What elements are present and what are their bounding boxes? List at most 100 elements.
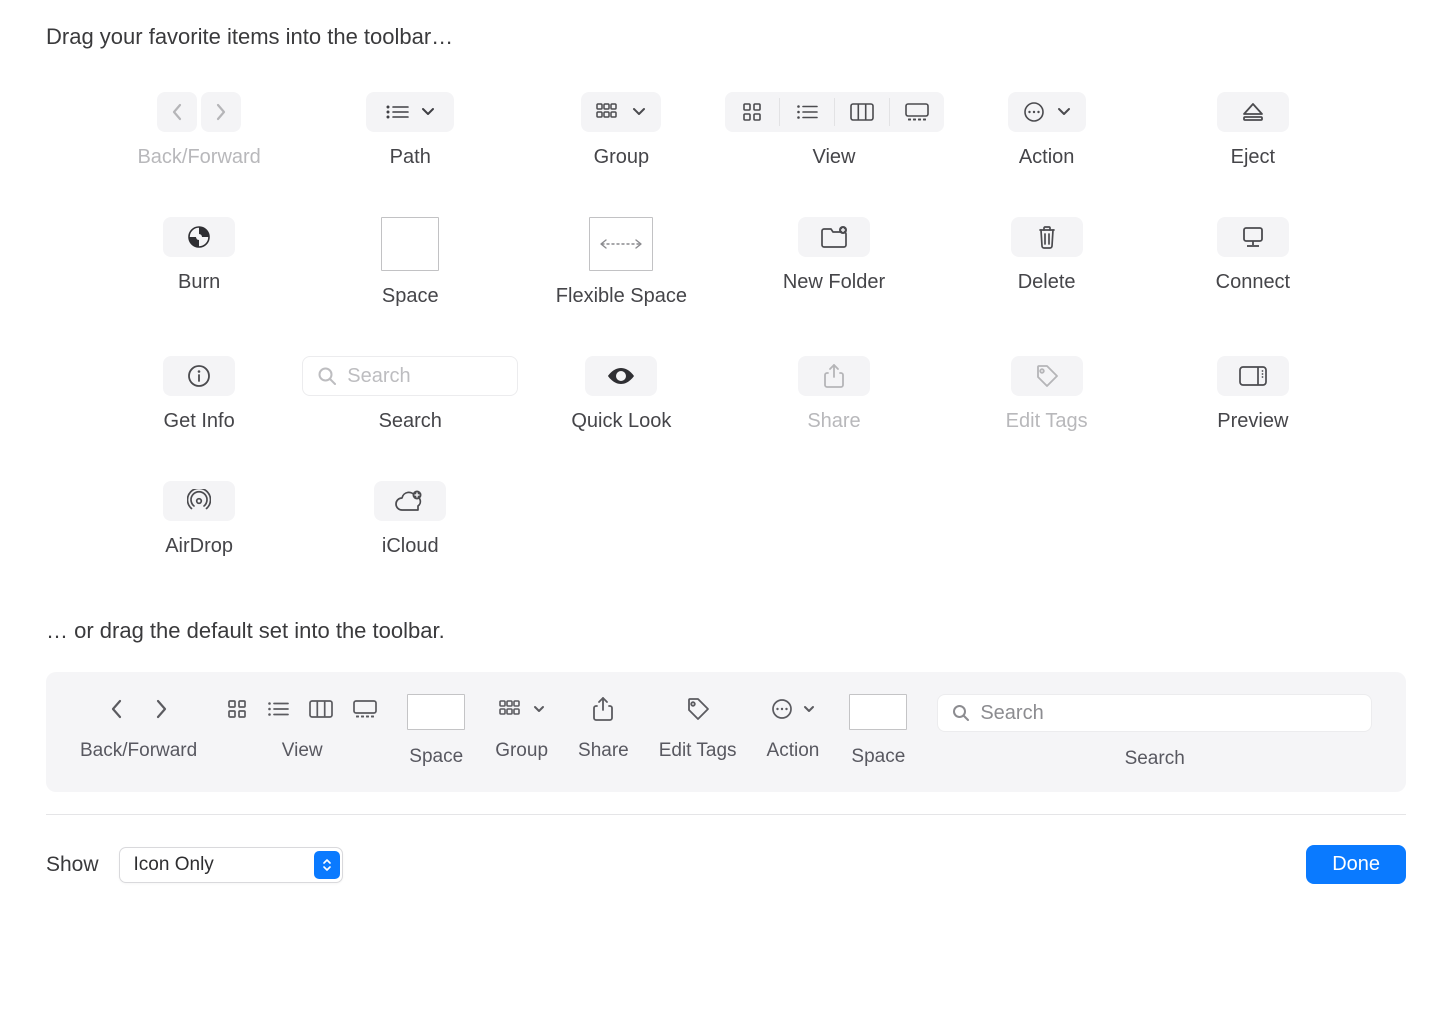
space-box[interactable] [407,694,465,730]
item-label: Share [807,410,860,433]
default-back-forward[interactable]: Back/Forward [80,694,197,762]
item-burn[interactable]: Burn [96,217,302,308]
view-icon-mode[interactable] [725,92,779,132]
share-button[interactable] [798,356,870,396]
new-folder-button[interactable] [798,217,870,257]
item-label: Delete [1018,271,1076,294]
item-airdrop[interactable]: AirDrop [96,481,302,558]
default-search[interactable]: Search Search [937,694,1372,770]
path-button[interactable] [366,92,454,132]
done-button[interactable]: Done [1306,845,1406,884]
flex-arrow-icon [598,238,644,250]
item-path[interactable]: Path [302,92,518,169]
tag-icon [686,697,710,721]
chevron-down-icon [421,107,435,117]
item-label: Space [382,285,439,308]
item-view[interactable]: View [725,92,944,169]
show-mode-select[interactable]: Icon Only [119,847,343,883]
default-label: Space [851,746,905,768]
item-label: Eject [1231,146,1275,169]
item-label: Burn [178,271,220,294]
item-eject[interactable]: Eject [1150,92,1356,169]
default-space-1[interactable]: Space [407,694,465,768]
grid-icon [742,102,762,122]
item-delete[interactable]: Delete [944,217,1150,308]
view-gallery-mode[interactable] [890,92,944,132]
item-edit-tags[interactable]: Edit Tags [944,356,1150,433]
view-list-mode[interactable] [780,92,834,132]
list-icon [796,104,818,120]
gallery-icon [353,700,377,718]
eject-button[interactable] [1217,92,1289,132]
default-space-2[interactable]: Space [849,694,907,768]
back-button[interactable] [157,92,197,132]
quick-look-button[interactable] [585,356,657,396]
item-search[interactable]: Search Search [302,356,518,433]
default-label: Share [578,740,629,762]
item-group[interactable]: Group [518,92,724,169]
search-field[interactable]: Search [937,694,1372,732]
default-edit-tags[interactable]: Edit Tags [659,694,737,762]
chevron-down-icon [803,705,815,714]
new-folder-icon [820,226,848,248]
airdrop-button[interactable] [163,481,235,521]
item-preview[interactable]: Preview [1150,356,1356,433]
group-icon [596,103,620,121]
default-group[interactable]: Group [495,694,548,762]
item-share[interactable]: Share [725,356,944,433]
chevron-left-icon [110,699,123,719]
action-button[interactable] [1008,92,1086,132]
view-segmented-control[interactable] [725,92,944,132]
view-column-mode[interactable] [835,92,889,132]
default-label: Back/Forward [80,740,197,762]
info-icon [187,364,211,388]
space-box[interactable] [849,694,907,730]
burn-button[interactable] [163,217,235,257]
chevron-down-icon [632,107,646,117]
item-label: Action [1019,146,1075,169]
item-quick-look[interactable]: Quick Look [518,356,724,433]
default-action[interactable]: Action [767,694,820,762]
item-label: iCloud [382,535,439,558]
flexible-space-box[interactable] [589,217,653,271]
chevron-right-icon [215,103,227,121]
icloud-button[interactable] [374,481,446,521]
edit-tags-button[interactable] [1011,356,1083,396]
item-label: New Folder [783,271,885,294]
connect-icon [1241,226,1265,248]
item-new-folder[interactable]: New Folder [725,217,944,308]
grid-icon [227,699,247,719]
divider [46,814,1406,815]
ellipsis-circle-icon [1023,101,1045,123]
gallery-icon [905,103,929,121]
columns-icon [309,700,333,718]
default-share[interactable]: Share [578,694,629,762]
item-get-info[interactable]: Get Info [96,356,302,433]
search-icon [317,366,337,386]
forward-button[interactable] [201,92,241,132]
item-flexible-space[interactable]: Flexible Space [518,217,724,308]
item-back-forward[interactable]: Back/Forward [96,92,302,169]
sidebar-right-icon [1239,366,1267,386]
default-toolbar-set[interactable]: Back/Forward View Space Group Share Edit… [46,672,1406,792]
item-space[interactable]: Space [302,217,518,308]
default-view[interactable]: View [227,694,377,762]
preview-button[interactable] [1217,356,1289,396]
delete-button[interactable] [1011,217,1083,257]
search-placeholder: Search [980,702,1043,725]
eye-icon [607,367,635,385]
search-field[interactable]: Search [302,356,518,396]
default-label: Edit Tags [659,740,737,762]
group-icon [499,700,523,718]
default-label: View [282,740,323,762]
columns-icon [850,103,874,121]
connect-button[interactable] [1217,217,1289,257]
trash-icon [1037,225,1057,249]
item-action[interactable]: Action [944,92,1150,169]
space-box[interactable] [381,217,439,271]
get-info-button[interactable] [163,356,235,396]
item-connect[interactable]: Connect [1150,217,1356,308]
burn-icon [188,226,210,248]
item-icloud[interactable]: iCloud [302,481,518,558]
group-button[interactable] [581,92,661,132]
